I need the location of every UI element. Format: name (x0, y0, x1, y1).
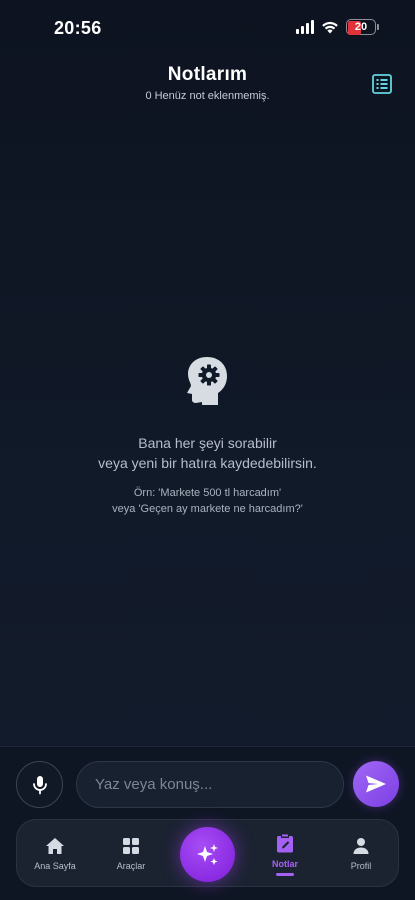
list-icon (372, 74, 392, 94)
status-time: 20:56 (54, 18, 102, 38)
status-indicators: 20 (296, 19, 379, 35)
list-view-button[interactable] (371, 73, 393, 95)
active-tab-indicator (276, 872, 294, 876)
send-icon (366, 775, 386, 793)
tab-home-label: Ana Sayfa (34, 861, 76, 871)
example-line-2: veya 'Geçen ay markete ne harcadım?' (112, 503, 303, 515)
page-title: Notlarım (167, 64, 248, 85)
tab-notes[interactable]: Notlar (257, 820, 313, 888)
send-button[interactable] (353, 761, 399, 807)
cellular-signal-icon (296, 20, 314, 34)
tab-notes-label: Notlar (271, 858, 298, 869)
ai-assistant-button[interactable] (180, 827, 235, 882)
empty-state-line-2: veya yeni bir hatıra kaydedebilirsin. (98, 455, 317, 471)
person-icon (353, 838, 369, 854)
tab-tools[interactable]: Araçlar (103, 820, 159, 888)
page-header: Notlarım 0 Henüz not eklenmemiş. (0, 64, 415, 102)
tab-home[interactable]: Ana Sayfa (27, 820, 83, 888)
tab-tools-label: Araçlar (116, 861, 146, 871)
page-subtitle: 0 Henüz not eklenmemiş. (145, 90, 270, 102)
sparkles-icon (196, 843, 218, 865)
wifi-icon (322, 21, 338, 34)
example-line-1: Örn: 'Markete 500 tl harcadım' (133, 487, 282, 499)
bottom-panel: Ana Sayfa Araçlar (0, 746, 415, 900)
message-input[interactable] (76, 761, 344, 808)
tab-bar: Ana Sayfa Araçlar Notlar Profil (16, 819, 399, 887)
tab-profile[interactable]: Profil (333, 820, 389, 888)
status-bar: 20:56 20 (0, 0, 415, 56)
battery-indicator: 20 (346, 19, 376, 35)
empty-state-line-1: Bana her şeyi sorabilir (138, 435, 277, 451)
battery-level: 20 (354, 21, 368, 33)
empty-state: Bana her şeyi sorabilir veya yeni bir ha… (0, 355, 415, 517)
tab-profile-label: Profil (350, 861, 372, 871)
microphone-icon (32, 775, 47, 794)
head-gear-icon (186, 357, 227, 405)
microphone-button[interactable] (16, 761, 63, 808)
clipboard-edit-icon (277, 834, 293, 852)
grid-icon (123, 838, 139, 854)
home-icon (46, 838, 64, 854)
